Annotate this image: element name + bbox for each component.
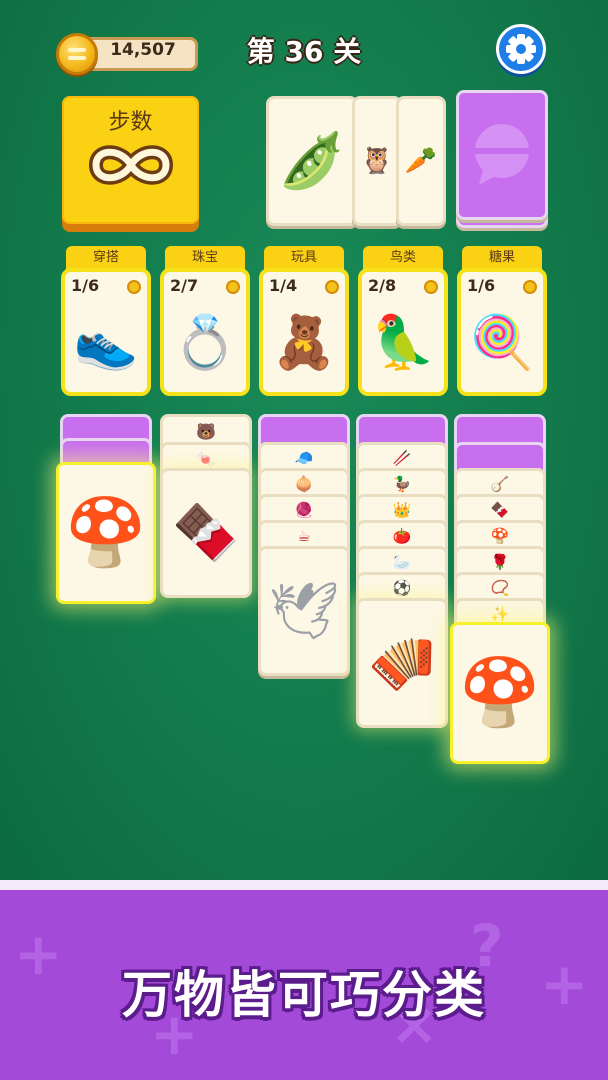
category-slot-toys[interactable]: 1/4 🧸: [259, 268, 349, 396]
slogan: 万物皆可巧分类: [122, 966, 486, 1024]
gummy-bear-item: 🐻: [196, 421, 216, 441]
dove-item: 🕊: [268, 579, 340, 644]
red-mushroom-item: 🍄: [458, 654, 542, 731]
coin-icon: [56, 33, 98, 75]
category-progress: 2/7: [170, 276, 199, 295]
gear-icon: [506, 34, 536, 64]
category-tab-jewelry: 珠宝: [165, 246, 245, 270]
category-tab-candy: 糖果: [462, 246, 542, 270]
coin-icon: [226, 280, 240, 294]
purple-mushroom-item: 🍄: [64, 494, 148, 571]
steps-panel: 步数: [62, 96, 199, 224]
lollipop-item: 🍭: [469, 312, 535, 373]
sneaker-item: 👟: [73, 312, 139, 373]
category-slot-birds[interactable]: 2/8 🦜: [358, 268, 448, 396]
parrot-item: 🦜: [370, 312, 436, 373]
category-progress: 1/6: [467, 276, 496, 295]
deck-pile[interactable]: [456, 90, 548, 220]
tableau-top-card[interactable]: 🍫: [160, 468, 252, 598]
tableau-top-card[interactable]: 🪗: [356, 598, 448, 728]
chat-bubble-icon: [475, 124, 529, 185]
settings-button[interactable]: [496, 24, 546, 74]
gold-ring-item: 💍: [172, 312, 238, 373]
tableau-top-card[interactable]: 🍄: [56, 462, 156, 604]
category-slot-outfit[interactable]: 1/6 👟: [61, 268, 151, 396]
tableau-top-card[interactable]: 🍄: [450, 622, 550, 764]
coin-icon: [523, 280, 537, 294]
draw-card[interactable]: 🥕: [396, 96, 446, 226]
draw-card: 🫛: [266, 96, 358, 226]
nougat-item: 🍫: [172, 501, 240, 564]
carrot-item: 🥕: [404, 146, 438, 176]
tableau-top-card[interactable]: 🕊: [258, 546, 350, 676]
draw-card: 🦉: [352, 96, 402, 226]
infinity-icon: [88, 145, 174, 185]
category-progress: 1/4: [269, 276, 298, 295]
pea-pod-item: 🫛: [278, 129, 346, 192]
category-progress: 1/6: [71, 276, 100, 295]
coin-icon: [127, 280, 141, 294]
accordion-item: 🪗: [368, 631, 436, 694]
level-title: 第 36 关: [246, 35, 362, 68]
steps-label: 步数: [108, 110, 153, 135]
category-tab-toys: 玩具: [264, 246, 344, 270]
coin-icon: [325, 280, 339, 294]
coin-icon: [424, 280, 438, 294]
category-progress: 2/8: [368, 276, 397, 295]
owl-item: 🦉: [360, 146, 394, 176]
category-tab-outfit: 穿搭: [66, 246, 146, 270]
category-tab-birds: 鸟类: [363, 246, 443, 270]
coin-count: 14,507: [110, 40, 176, 60]
doll-item: 🧸: [271, 312, 337, 373]
category-slot-jewelry[interactable]: 2/7 💍: [160, 268, 250, 396]
category-slot-candy[interactable]: 1/6 🍭: [457, 268, 547, 396]
